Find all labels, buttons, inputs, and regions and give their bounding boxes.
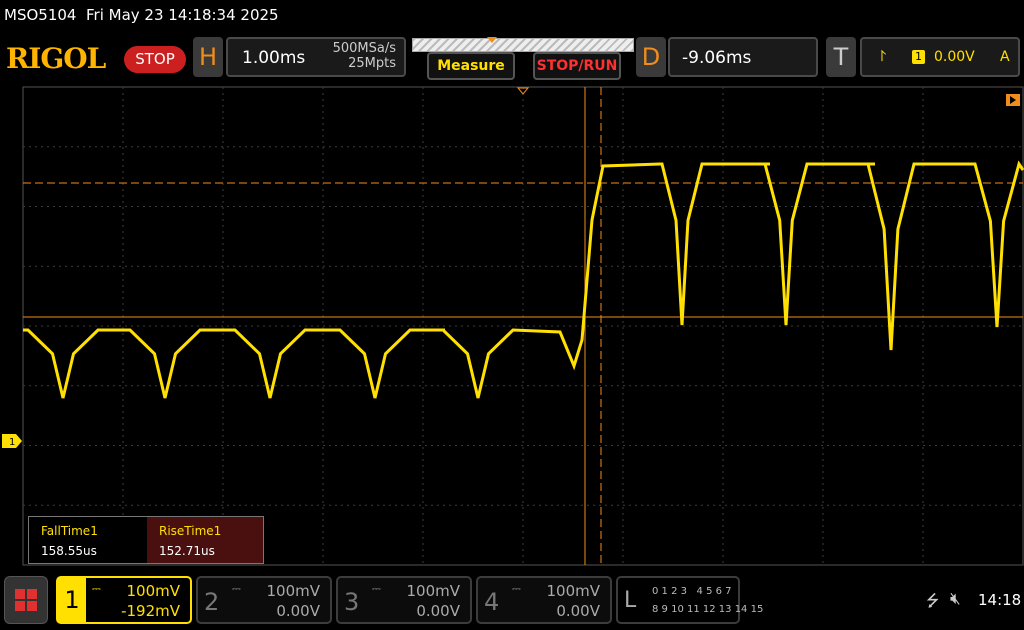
channel-scale: 100mV xyxy=(126,582,180,600)
usb-icon: ⭍ xyxy=(926,591,940,610)
main-menu-button[interactable] xyxy=(4,576,48,624)
channel-offset: 0.00V xyxy=(276,602,320,620)
ch1-marker-label: 1 xyxy=(9,437,15,448)
logic-row-high: 8 9 10 11 12 13 14 15 xyxy=(652,604,764,615)
channel-number: 3 xyxy=(344,588,360,616)
menu-grid-icon xyxy=(15,589,25,599)
measurement-value: 152.71us xyxy=(159,544,215,558)
logic-label: L xyxy=(624,588,637,613)
measurement-rise-time[interactable]: RiseTime1 152.71us xyxy=(147,517,263,563)
channel-number: 1 xyxy=(58,578,86,622)
mute-icon[interactable]: 🔇︎ xyxy=(950,589,961,609)
channel-number: 4 xyxy=(484,588,500,616)
channel-offset: 0.00V xyxy=(416,602,460,620)
menu-grid-cell xyxy=(27,601,37,611)
measurement-fall-time[interactable]: FallTime1 158.55us xyxy=(29,517,145,563)
logic-channels-button[interactable]: L 0 1 2 3 4 5 6 7 8 9 10 11 12 13 14 15 xyxy=(616,576,763,624)
system-clock: 14:18 xyxy=(978,591,1022,609)
channel-scale: 100mV xyxy=(546,582,600,600)
menu-grid-cell xyxy=(27,589,37,599)
channel-offset: 0.00V xyxy=(556,602,600,620)
dc-coupling-icon: ⎓ xyxy=(512,582,521,595)
channel-offset: -192mV xyxy=(121,602,180,620)
dc-coupling-icon: ⎓ xyxy=(232,582,241,595)
channel-3-button[interactable]: 3 ⎓ 100mV 0.00V xyxy=(336,576,472,624)
channel-scale: 100mV xyxy=(266,582,320,600)
measurement-panel[interactable]: FallTime1 158.55us RiseTime1 152.71us xyxy=(28,516,264,564)
channel-scale: 100mV xyxy=(406,582,460,600)
logic-row-low: 0 1 2 3 4 5 6 7 xyxy=(652,586,732,597)
measurement-name: RiseTime1 xyxy=(159,524,222,538)
channel-2-button[interactable]: 2 ⎓ 100mV 0.00V xyxy=(196,576,332,624)
channel-number: 2 xyxy=(204,588,220,616)
channel-4-button[interactable]: 4 ⎓ 100mV 0.00V xyxy=(476,576,612,624)
menu-grid-cell xyxy=(15,601,25,611)
dc-coupling-icon: ⎓ xyxy=(92,582,101,595)
channel-1-button[interactable]: 1 ⎓ 100mV -192mV xyxy=(56,576,192,624)
measurement-value: 158.55us xyxy=(41,544,97,558)
dc-coupling-icon: ⎓ xyxy=(372,582,381,595)
measurement-name: FallTime1 xyxy=(41,524,98,538)
